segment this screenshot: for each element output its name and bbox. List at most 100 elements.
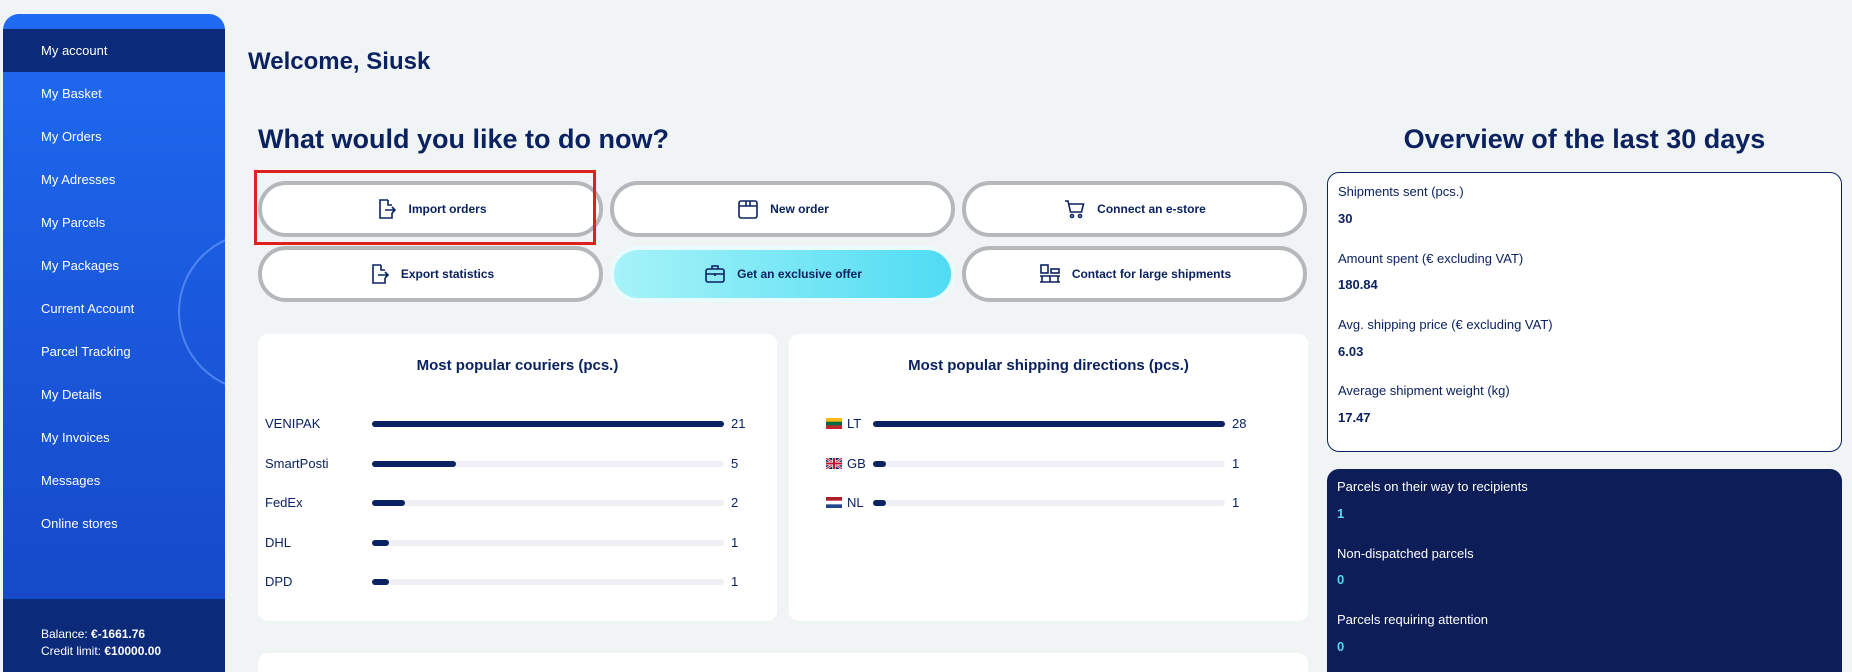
direction-bar-track	[873, 500, 1225, 506]
courier-value: 5	[731, 456, 739, 471]
import-orders-label: Import orders	[408, 202, 487, 216]
courier-label: SmartPosti	[265, 456, 329, 471]
actions-title: What would you like to do now?	[258, 124, 669, 154]
status-label: Parcels on their way to recipients	[1337, 479, 1528, 494]
large-shipments-label: Contact for large shipments	[1071, 267, 1232, 281]
sidebar-item-my-basket[interactable]: My Basket	[3, 72, 225, 115]
balance-line: Balance: €-1661.76	[41, 626, 225, 643]
courier-bar-track	[372, 461, 724, 467]
briefcase-icon	[705, 265, 725, 283]
sidebar-item-my-details[interactable]: My Details	[3, 373, 225, 416]
sidebar-item-label: My account	[41, 43, 108, 58]
nl-flag-icon	[826, 497, 842, 508]
direction-row: LT 28	[789, 414, 1308, 434]
stat-value: 6.03	[1338, 344, 1364, 359]
sidebar-item-label: My Packages	[41, 258, 120, 273]
stat-label: Avg. shipping price (€ excluding VAT)	[1338, 317, 1553, 332]
sidebar-item-label: Parcel Tracking	[41, 344, 131, 359]
sidebar-item-my-account[interactable]: My account	[3, 29, 225, 72]
courier-bar	[372, 421, 724, 427]
exclusive-offer-button[interactable]: Get an exclusive offer	[610, 246, 955, 302]
credit-limit-label: Credit limit:	[41, 644, 102, 658]
direction-bar	[873, 461, 886, 467]
credit-limit-line: Credit limit: €10000.00	[41, 643, 225, 660]
couriers-card: Most popular couriers (pcs.) VENIPAK 21 …	[258, 334, 777, 621]
import-icon	[379, 199, 397, 219]
sidebar-item-label: Messages	[41, 473, 101, 488]
courier-label: VENIPAK	[265, 416, 321, 431]
sidebar-item-current-account[interactable]: Current Account	[3, 287, 225, 330]
cart-icon	[1065, 200, 1085, 219]
sidebar-item-my-adresses[interactable]: My Adresses	[3, 158, 225, 201]
direction-label-group: NL	[826, 495, 864, 510]
sidebar-item-label: My Adresses	[41, 172, 116, 187]
courier-bar	[372, 500, 406, 506]
courier-bar	[372, 461, 456, 467]
couriers-title: Most popular couriers (pcs.)	[416, 357, 619, 374]
new-order-button[interactable]: New order	[610, 181, 955, 237]
export-statistics-button[interactable]: Export statistics	[258, 246, 603, 302]
status-label: Parcels requiring attention	[1337, 612, 1489, 627]
sidebar-item-messages[interactable]: Messages	[3, 459, 225, 502]
courier-label: FedEx	[265, 495, 303, 510]
connect-estore-button[interactable]: Connect an e-store	[962, 181, 1307, 237]
directions-card: Most popular shipping directions (pcs.) …	[789, 334, 1308, 621]
lt-flag-icon	[826, 418, 842, 429]
sidebar-item-label: My Invoices	[41, 430, 110, 445]
courier-bar	[372, 540, 389, 546]
sidebar-item-my-orders[interactable]: My Orders	[3, 115, 225, 158]
status-value: 0	[1337, 572, 1345, 587]
sidebar-item-label: Current Account	[41, 301, 135, 316]
courier-row: SmartPosti 5	[258, 454, 777, 474]
courier-value: 2	[731, 495, 739, 510]
courier-value: 1	[731, 535, 739, 550]
sidebar-item-parcel-tracking[interactable]: Parcel Tracking	[3, 330, 225, 373]
app: My account My Basket My Orders My Adress…	[0, 0, 1852, 672]
status-label: Non-dispatched parcels	[1337, 546, 1474, 561]
credit-limit-value: €10000.00	[104, 644, 162, 658]
sidebar-item-online-stores[interactable]: Online stores	[3, 502, 225, 545]
import-orders-button[interactable]: Import orders	[258, 181, 603, 237]
direction-row: NL 1	[789, 493, 1308, 513]
courier-bar	[372, 579, 389, 585]
sidebar-item-my-parcels[interactable]: My Parcels	[3, 201, 225, 244]
courier-row: DPD 1	[258, 572, 777, 592]
courier-row: FedEx 2	[258, 493, 777, 513]
new-order-label: New order	[770, 202, 829, 216]
direction-value: 1	[1232, 495, 1240, 510]
sidebar-item-my-packages[interactable]: My Packages	[3, 244, 225, 287]
sidebar: My account My Basket My Orders My Adress…	[3, 14, 225, 672]
sidebar-item-my-invoices[interactable]: My Invoices	[3, 416, 225, 459]
account-balance-panel: Balance: €-1661.76 Credit limit: €10000.…	[3, 599, 225, 672]
direction-bar-track	[873, 461, 1225, 467]
stat-label: Shipments sent (pcs.)	[1338, 184, 1464, 199]
large-shipments-button[interactable]: Contact for large shipments	[962, 246, 1307, 302]
balance-label: Balance:	[41, 627, 88, 641]
direction-label-group: GB	[826, 456, 866, 471]
box-icon	[738, 200, 758, 219]
direction-label-group: LT	[826, 416, 861, 431]
direction-bar	[873, 500, 886, 506]
stat-value: 30	[1338, 211, 1353, 226]
direction-label: GB	[847, 456, 866, 471]
courier-bar-track	[372, 540, 724, 546]
status-value: 0	[1337, 639, 1345, 654]
direction-bar-track	[873, 421, 1225, 427]
gb-flag-icon	[826, 458, 842, 469]
overview-title: Overview of the last 30 days	[1403, 124, 1766, 154]
sidebar-item-label: Online stores	[41, 516, 118, 531]
parcel-status-panel: Parcels on their way to recipients 1 Non…	[1327, 469, 1842, 672]
courier-value: 21	[731, 416, 746, 431]
status-value: 1	[1337, 506, 1345, 521]
courier-bar-track	[372, 579, 724, 585]
direction-value: 28	[1232, 416, 1247, 431]
stat-label: Average shipment weight (kg)	[1338, 383, 1510, 398]
overview-stats-panel: Shipments sent (pcs.) 30 Amount spent (€…	[1327, 172, 1842, 452]
export-icon	[372, 264, 389, 284]
courier-row: VENIPAK 21	[258, 414, 777, 434]
sidebar-item-label: My Basket	[41, 86, 102, 101]
exclusive-offer-label: Get an exclusive offer	[737, 267, 862, 281]
courier-label: DPD	[265, 574, 293, 589]
welcome-heading: Welcome, Siusk	[248, 48, 431, 75]
courier-bar-track	[372, 500, 724, 506]
